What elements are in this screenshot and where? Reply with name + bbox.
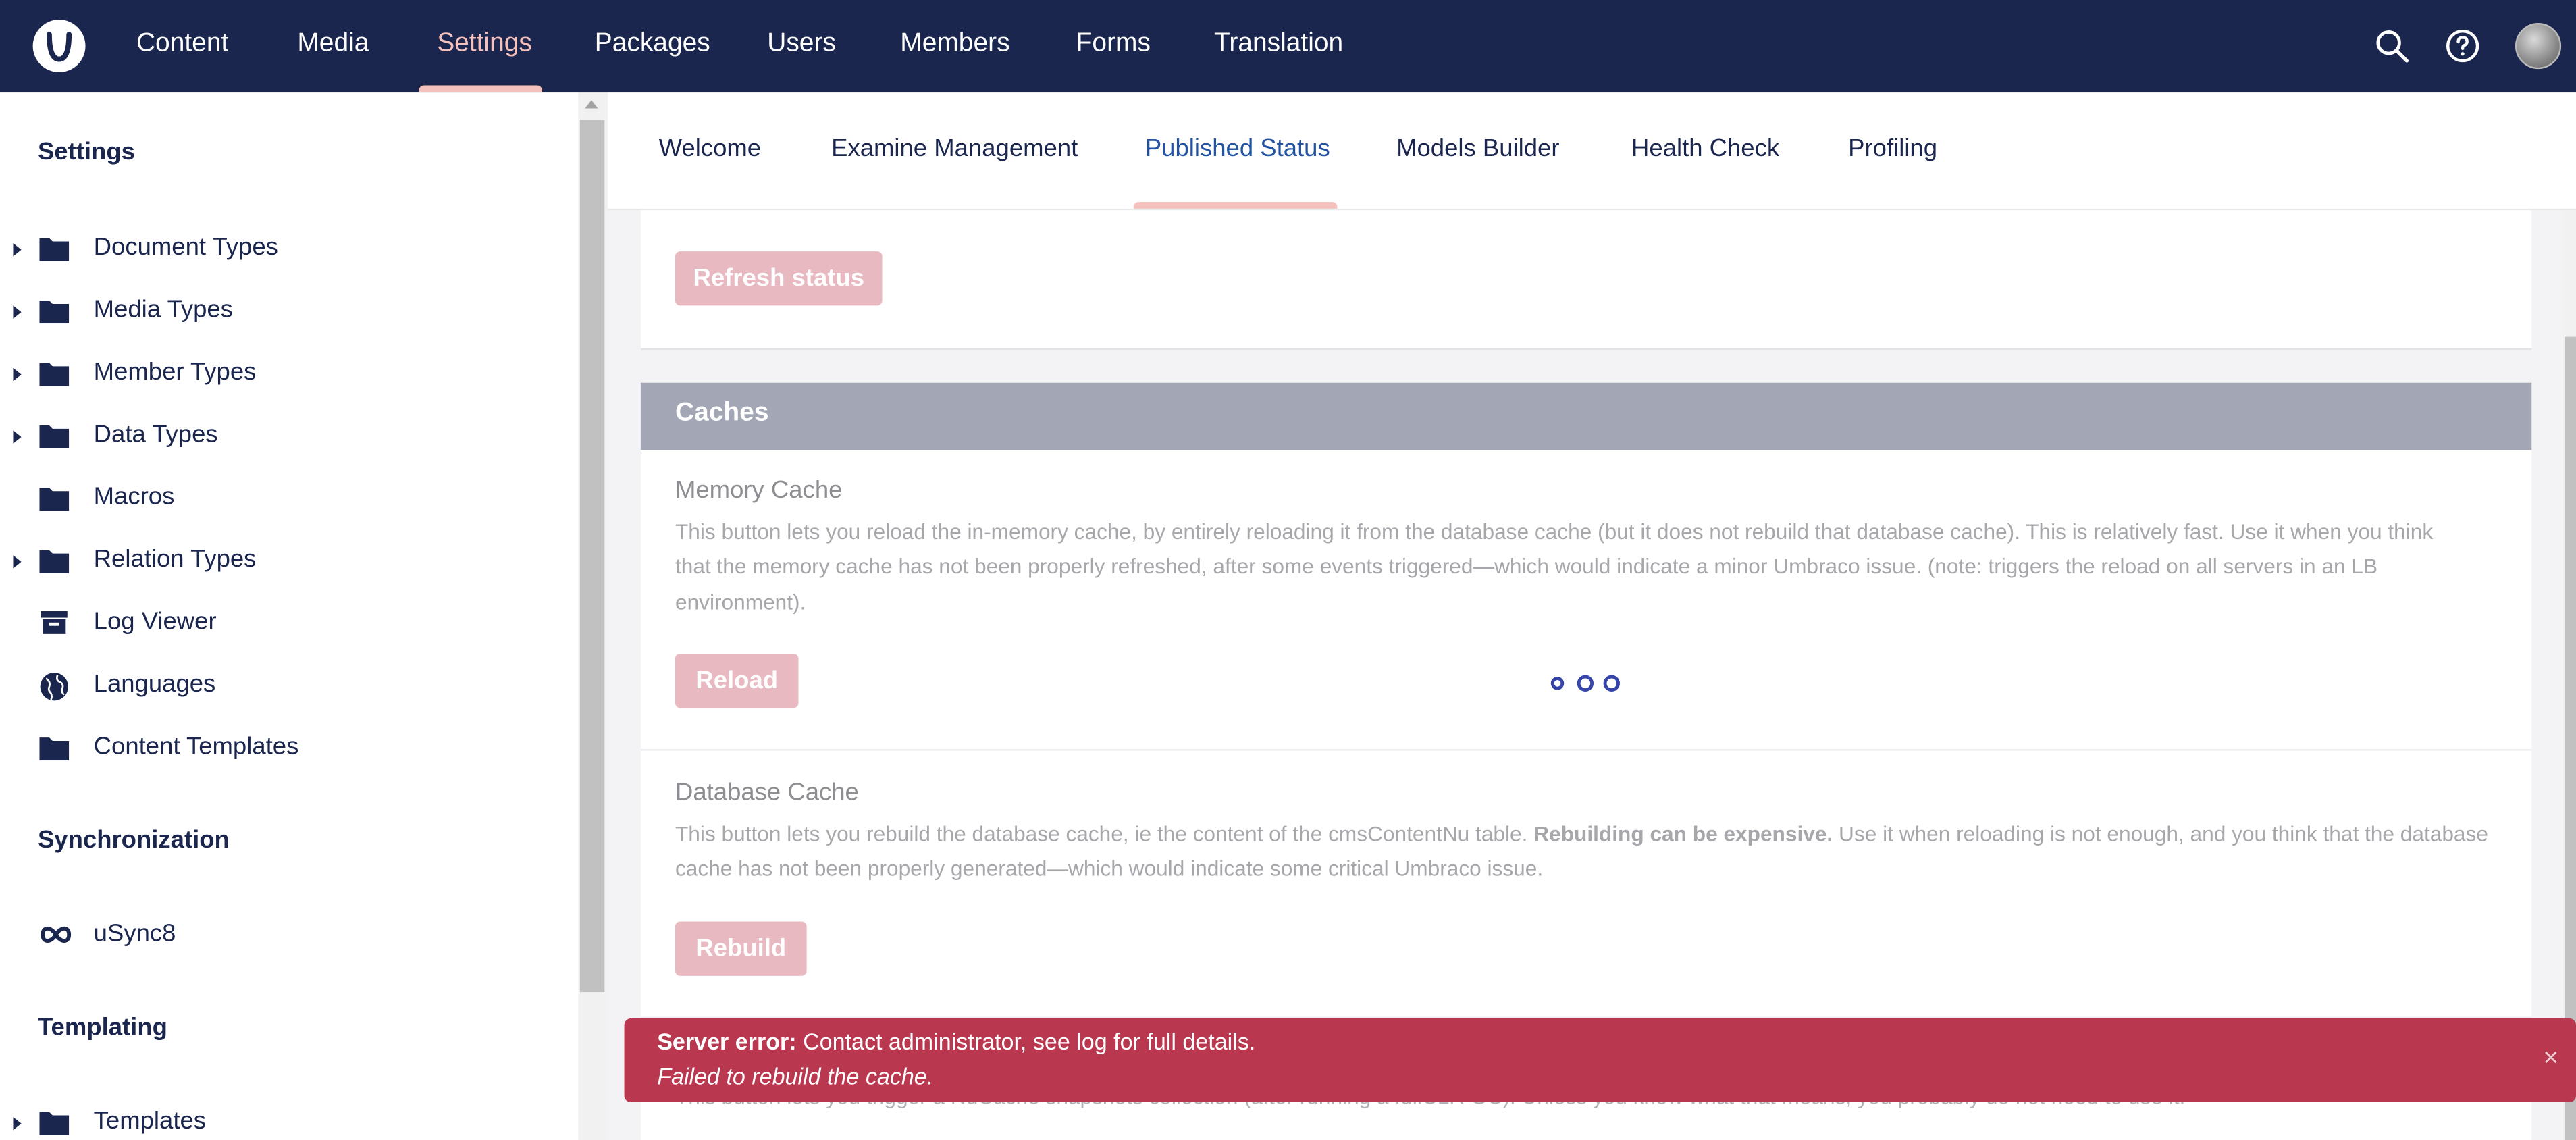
sidebar-item-label: Member Types bbox=[93, 358, 257, 386]
rebuild-button[interactable]: Rebuild bbox=[675, 921, 807, 976]
sidebar-item-macros[interactable]: Macros bbox=[0, 475, 578, 524]
memory-cache-title: Memory Cache bbox=[675, 476, 843, 504]
sidebar-item-label: Languages bbox=[93, 670, 216, 698]
sidebar-item-label: Templates bbox=[93, 1107, 207, 1135]
infinity-icon bbox=[39, 922, 72, 948]
sidebar-section-title: Settings bbox=[37, 138, 135, 166]
memory-cache-description: This button lets you reload the in-memor… bbox=[675, 514, 2507, 619]
caret-right-icon[interactable] bbox=[13, 1116, 22, 1131]
search-icon[interactable] bbox=[2372, 26, 2411, 66]
published-status-card: Refresh status bbox=[640, 210, 2532, 351]
user-avatar[interactable] bbox=[2515, 23, 2562, 70]
folder-icon bbox=[39, 547, 70, 573]
active-nav-indicator bbox=[419, 85, 542, 93]
sidebar-item-label: Data Types bbox=[93, 420, 218, 449]
error-detail: Failed to rebuild the cache. bbox=[657, 1062, 934, 1089]
nav-content[interactable]: Content bbox=[136, 0, 228, 92]
top-navigation-bar: Content Media Settings Packages Users Me… bbox=[0, 0, 2576, 93]
sidebar-item-label: Log Viewer bbox=[93, 607, 217, 636]
memory-cache-text-line: This button lets you reload the in-memor… bbox=[675, 519, 2434, 544]
folder-icon bbox=[39, 235, 70, 261]
caret-right-icon[interactable] bbox=[13, 555, 22, 569]
sidebar-item-label: Content Templates bbox=[93, 732, 299, 761]
database-cache-title: Database Cache bbox=[675, 778, 859, 807]
nav-media[interactable]: Media bbox=[297, 0, 369, 92]
sidebar-item-content-templates[interactable]: Content Templates bbox=[0, 725, 578, 774]
caret-right-icon[interactable] bbox=[13, 367, 22, 382]
error-label: Server error: bbox=[657, 1028, 797, 1055]
sidebar-scrollbar-thumb[interactable] bbox=[579, 120, 605, 993]
help-icon[interactable] bbox=[2443, 26, 2482, 66]
caret-right-icon[interactable] bbox=[13, 305, 22, 319]
loading-dot-icon bbox=[1603, 675, 1620, 692]
nav-settings[interactable]: Settings bbox=[437, 0, 532, 92]
sidebar-section-title: Synchronization bbox=[37, 826, 230, 854]
loading-dot-icon bbox=[1550, 677, 1565, 690]
tab-health-check[interactable]: Health Check bbox=[1631, 134, 1779, 162]
error-text: Contact administrator, see log for full … bbox=[803, 1028, 1256, 1055]
sidebar-item-media-types[interactable]: Media Types bbox=[0, 288, 578, 337]
sidebar-item-label: Relation Types bbox=[93, 545, 257, 573]
tab-published-status[interactable]: Published Status bbox=[1145, 134, 1330, 162]
nav-members[interactable]: Members bbox=[900, 0, 1009, 92]
tab-profiling[interactable]: Profiling bbox=[1848, 134, 1937, 162]
memory-cache-text-line: environment). bbox=[675, 589, 806, 614]
database-cache-text-line: This button lets you rebuild the databas… bbox=[675, 817, 2507, 852]
caret-right-icon[interactable] bbox=[13, 430, 22, 444]
active-tab-indicator bbox=[1133, 202, 1338, 209]
reload-button[interactable]: Reload bbox=[675, 654, 799, 708]
sidebar-item-label: Media Types bbox=[93, 295, 233, 324]
tab-welcome[interactable]: Welcome bbox=[659, 134, 761, 162]
nav-packages[interactable]: Packages bbox=[595, 0, 710, 92]
sidebar-item-relation-types[interactable]: Relation Types bbox=[0, 537, 578, 586]
sidebar-item-document-types[interactable]: Document Types bbox=[0, 225, 578, 274]
loading-dot-icon bbox=[1577, 675, 1594, 692]
sidebar-item-data-types[interactable]: Data Types bbox=[0, 413, 578, 462]
app-root: Content Media Settings Packages Users Me… bbox=[0, 0, 2576, 1140]
sidebar-item-label: Macros bbox=[93, 483, 175, 511]
sidebar-item-label: uSync8 bbox=[93, 920, 176, 948]
memory-cache-text-line: that the memory cache has not been prope… bbox=[675, 554, 2378, 579]
folder-icon bbox=[39, 297, 70, 324]
folder-icon bbox=[39, 422, 70, 449]
folder-icon bbox=[39, 1109, 70, 1135]
database-cache-text-part: This button lets you rebuild the databas… bbox=[675, 821, 1528, 846]
caches-title: Caches bbox=[675, 399, 769, 428]
refresh-status-button[interactable]: Refresh status bbox=[675, 251, 883, 306]
database-cache-text-part: Use it when reloading is not enough, and… bbox=[1839, 821, 2488, 846]
tab-models-builder[interactable]: Models Builder bbox=[1396, 134, 1559, 162]
sidebar-item-log-viewer[interactable]: Log Viewer bbox=[0, 600, 578, 649]
folder-icon bbox=[39, 734, 70, 761]
sidebar-section-title: Templating bbox=[37, 1013, 167, 1042]
error-message: Server error: Contact administrator, see… bbox=[657, 1029, 1255, 1055]
folder-icon bbox=[39, 360, 70, 386]
close-icon[interactable]: × bbox=[2543, 1045, 2558, 1074]
archive-box-icon bbox=[39, 609, 69, 636]
divider bbox=[640, 749, 2532, 751]
sidebar-item-usync8[interactable]: uSync8 bbox=[0, 912, 578, 961]
dashboard-tabs: Welcome Examine Management Published Sta… bbox=[608, 92, 2576, 211]
sidebar: Settings Document Types Media Types Memb… bbox=[0, 92, 579, 1140]
sidebar-item-member-types[interactable]: Member Types bbox=[0, 350, 578, 399]
sidebar-item-languages[interactable]: Languages bbox=[0, 662, 578, 711]
sidebar-item-templates[interactable]: Templates bbox=[0, 1099, 578, 1140]
tab-examine-management[interactable]: Examine Management bbox=[831, 134, 1078, 162]
error-notification: Server error: Contact administrator, see… bbox=[624, 1018, 2576, 1103]
nav-forms[interactable]: Forms bbox=[1076, 0, 1151, 92]
globe-icon bbox=[39, 672, 69, 701]
sidebar-item-label: Document Types bbox=[93, 233, 278, 261]
folder-icon bbox=[39, 485, 70, 511]
scroll-up-arrow-icon[interactable] bbox=[585, 100, 598, 109]
caches-header: Caches bbox=[640, 382, 2532, 450]
caret-right-icon[interactable] bbox=[13, 242, 22, 257]
umbraco-logo-icon[interactable] bbox=[32, 20, 86, 73]
nav-users[interactable]: Users bbox=[767, 0, 836, 92]
database-cache-description: This button lets you rebuild the databas… bbox=[675, 817, 2507, 887]
database-cache-text-line: cache has not been properly generated—wh… bbox=[675, 856, 1544, 881]
database-cache-warning: Rebuilding can be expensive. bbox=[1533, 821, 1833, 846]
nav-translation[interactable]: Translation bbox=[1214, 0, 1343, 92]
